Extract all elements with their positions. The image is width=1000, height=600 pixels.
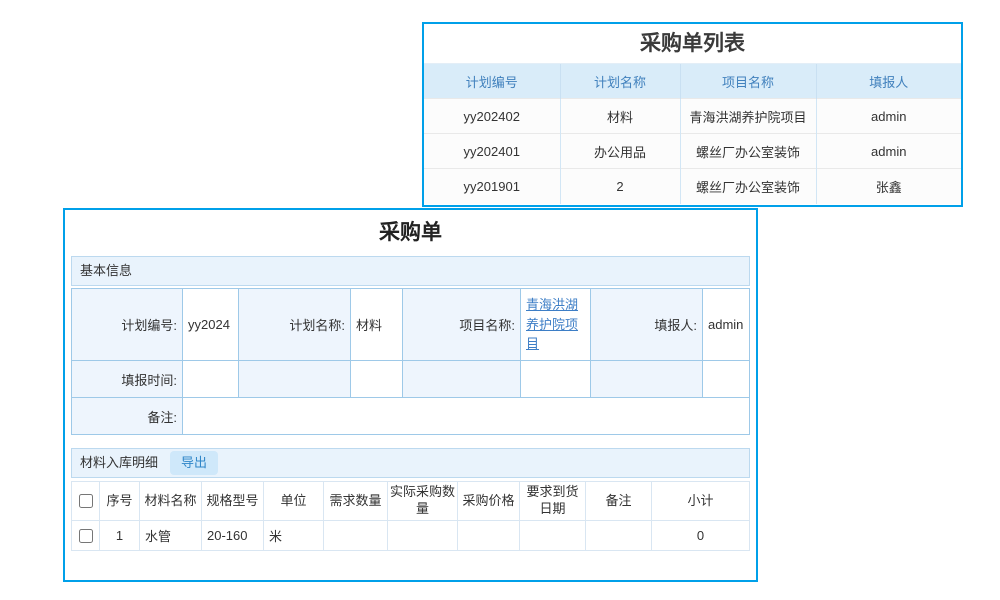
reporter-value: admin [703, 289, 750, 361]
cell-demand-qty [324, 521, 388, 551]
list-col-project-name: 项目名称 [680, 64, 816, 99]
spacer [71, 435, 750, 448]
remark-value [183, 398, 750, 435]
empty-cell [703, 361, 750, 398]
plan-no-value: yy2024 [183, 289, 239, 361]
cell-seq: 1 [100, 521, 140, 551]
plan-name-value: 材料 [351, 289, 403, 361]
empty-cell [591, 361, 703, 398]
cell-plan-name: 办公用品 [560, 134, 680, 169]
form-row-fill-time: 填报时间: [72, 361, 750, 398]
cell-subtotal: 0 [652, 521, 750, 551]
table-row[interactable]: yy201901 2 螺丝厂办公室装饰 张鑫 [424, 169, 961, 204]
list-col-plan-no: 计划编号 [424, 64, 560, 99]
fill-time-label: 填报时间: [72, 361, 183, 398]
project-name-label: 项目名称: [403, 289, 521, 361]
cell-project-name: 螺丝厂办公室装饰 [680, 134, 816, 169]
cell-plan-name: 2 [560, 169, 680, 204]
cell-project-name: 青海洪湖养护院项目 [680, 99, 816, 134]
cell-reporter: 张鑫 [816, 169, 961, 204]
fill-time-value [183, 361, 239, 398]
col-unit: 单位 [264, 482, 324, 521]
cell-reporter: admin [816, 99, 961, 134]
select-all-cell [72, 482, 100, 521]
material-detail-title: 材料入库明细 [80, 449, 158, 477]
cell-material-name: 水管 [140, 521, 202, 551]
detail-panel-title: 采购单 [71, 210, 750, 256]
table-row[interactable]: yy202401 办公用品 螺丝厂办公室装饰 admin [424, 134, 961, 169]
material-detail-section-header: 材料入库明细 导出 [71, 448, 750, 478]
col-due-date: 要求到货日期 [520, 482, 586, 521]
project-link[interactable]: 青海洪湖养护院项目 [526, 295, 585, 354]
select-all-checkbox[interactable] [79, 494, 93, 508]
empty-cell [403, 361, 521, 398]
col-remark: 备注 [586, 482, 652, 521]
purchase-order-detail-panel: 采购单 基本信息 计划编号: yy2024 计划名称: 材料 项目名称: 青海洪… [63, 208, 758, 582]
basic-info-section-header: 基本信息 [71, 256, 750, 286]
cell-unit: 米 [264, 521, 324, 551]
empty-cell [521, 361, 591, 398]
col-seq: 序号 [100, 482, 140, 521]
col-spec-model: 规格型号 [202, 482, 264, 521]
col-subtotal: 小计 [652, 482, 750, 521]
plan-no-label: 计划编号: [72, 289, 183, 361]
table-row[interactable]: yy202402 材料 青海洪湖养护院项目 admin [424, 99, 961, 134]
cell-price [458, 521, 520, 551]
cell-remark [586, 521, 652, 551]
cell-reporter: admin [816, 134, 961, 169]
row-select-cell [72, 521, 100, 551]
detail-header-row: 序号 材料名称 规格型号 单位 需求数量 实际采购数量 采购价格 要求到货日期 … [72, 482, 750, 521]
table-row: 1 水管 20-160 米 0 [72, 521, 750, 551]
cell-actual-qty [388, 521, 458, 551]
plan-name-label: 计划名称: [239, 289, 351, 361]
col-material-name: 材料名称 [140, 482, 202, 521]
col-price: 采购价格 [458, 482, 520, 521]
reporter-label: 填报人: [591, 289, 703, 361]
cell-plan-no: yy201901 [424, 169, 560, 204]
empty-cell [239, 361, 351, 398]
list-header-row: 计划编号 计划名称 项目名称 填报人 [424, 64, 961, 99]
cell-due-date [520, 521, 586, 551]
export-button[interactable]: 导出 [170, 451, 218, 475]
project-name-cell: 青海洪湖养护院项目 [521, 289, 591, 361]
col-demand-qty: 需求数量 [324, 482, 388, 521]
form-row-main: 计划编号: yy2024 计划名称: 材料 项目名称: 青海洪湖养护院项目 填报… [72, 289, 750, 361]
form-row-remark: 备注: [72, 398, 750, 435]
remark-label: 备注: [72, 398, 183, 435]
cell-plan-no: yy202401 [424, 134, 560, 169]
cell-spec-model: 20-160 [202, 521, 264, 551]
purchase-order-list-table: 计划编号 计划名称 项目名称 填报人 yy202402 材料 青海洪湖养护院项目… [424, 63, 961, 204]
list-col-reporter: 填报人 [816, 64, 961, 99]
material-detail-table: 序号 材料名称 规格型号 单位 需求数量 实际采购数量 采购价格 要求到货日期 … [71, 481, 750, 551]
basic-info-form: 计划编号: yy2024 计划名称: 材料 项目名称: 青海洪湖养护院项目 填报… [71, 288, 750, 435]
cell-plan-no: yy202402 [424, 99, 560, 134]
list-panel-title: 采购单列表 [424, 24, 961, 63]
empty-cell [351, 361, 403, 398]
col-actual-qty: 实际采购数量 [388, 482, 458, 521]
cell-plan-name: 材料 [560, 99, 680, 134]
purchase-order-list-panel: 采购单列表 计划编号 计划名称 项目名称 填报人 yy202402 材料 青海洪… [422, 22, 963, 207]
list-col-plan-name: 计划名称 [560, 64, 680, 99]
row-checkbox[interactable] [79, 529, 93, 543]
cell-project-name: 螺丝厂办公室装饰 [680, 169, 816, 204]
